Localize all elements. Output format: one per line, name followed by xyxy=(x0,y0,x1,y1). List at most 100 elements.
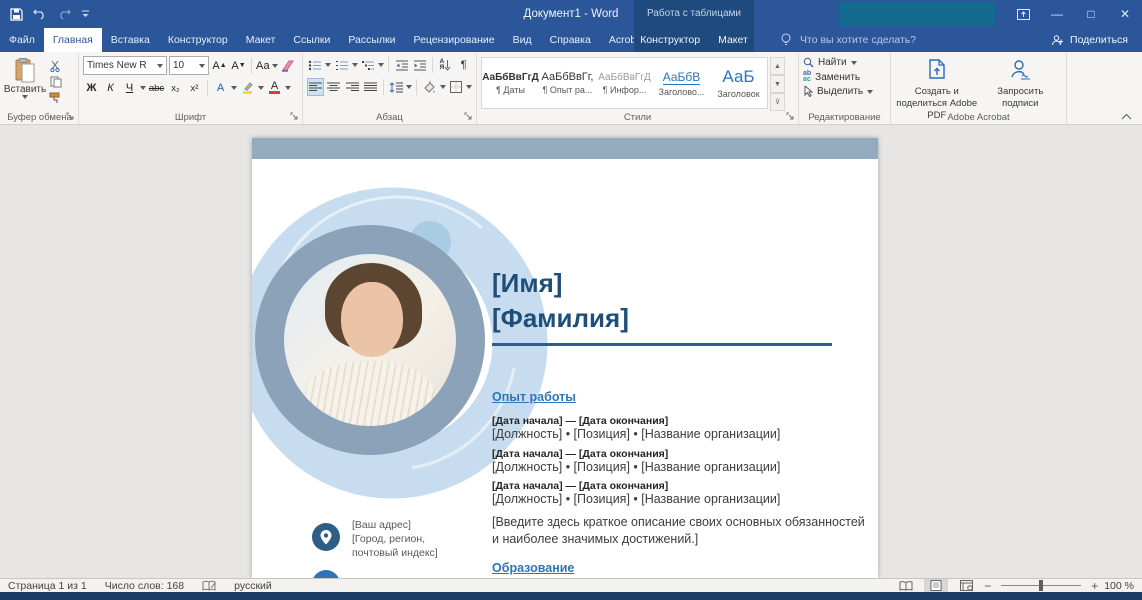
font-size-combo[interactable]: 10 xyxy=(169,56,209,75)
share-button[interactable]: Поделиться xyxy=(1051,28,1128,52)
tell-me-box[interactable]: Что вы хотите сделать? xyxy=(780,28,916,52)
experience-entry-role[interactable]: [Должность] • [Позиция] • [Название орга… xyxy=(492,427,780,441)
align-center-button[interactable] xyxy=(326,78,342,96)
font-name-combo[interactable]: Times New R xyxy=(83,56,167,75)
align-left-button[interactable] xyxy=(307,78,324,96)
superscript-button[interactable]: x² xyxy=(186,79,203,97)
multilevel-list-button[interactable] xyxy=(360,56,376,74)
tab-table-layout[interactable]: Макет xyxy=(709,28,757,52)
paste-button[interactable]: Вставить xyxy=(5,56,45,111)
experience-entry-dates[interactable]: [Дата начала] — [Дата окончания] xyxy=(492,415,668,427)
tab-file[interactable]: Файл xyxy=(0,28,44,52)
find-button[interactable]: Найти xyxy=(803,57,886,68)
minimize-button[interactable]: — xyxy=(1040,0,1074,28)
tab-design[interactable]: Конструктор xyxy=(159,28,237,52)
styles-more-button[interactable]: ⊽ xyxy=(770,93,785,111)
ribbon-display-options-button[interactable] xyxy=(1006,0,1040,28)
style-experience[interactable]: АаБбВвГг, ¶ Опыт ра... xyxy=(539,58,596,108)
document-canvas[interactable]: [Имя] [Фамилия] Опыт работы [Дата начала… xyxy=(0,125,1142,578)
group-label-styles: Стили xyxy=(477,112,798,123)
paragraph-dialog-launcher[interactable] xyxy=(464,112,474,122)
experience-entry-role[interactable]: [Должность] • [Позиция] • [Название орга… xyxy=(492,492,780,506)
grow-font-button[interactable]: А▲ xyxy=(211,57,228,75)
clipboard-dialog-launcher[interactable] xyxy=(66,112,76,122)
font-color-button[interactable]: А xyxy=(266,79,283,97)
collapse-ribbon-button[interactable] xyxy=(1121,113,1132,120)
maximize-button[interactable]: □ xyxy=(1074,0,1108,28)
change-case-button[interactable]: Аа xyxy=(256,57,278,75)
document-page[interactable]: [Имя] [Фамилия] Опыт работы [Дата начала… xyxy=(252,138,878,578)
create-pdf-button[interactable]: Создать и поделиться Adobe PDF xyxy=(895,56,979,111)
underline-button[interactable]: Ч xyxy=(121,79,138,97)
align-right-button[interactable] xyxy=(344,78,360,96)
first-name-placeholder[interactable]: [Имя] xyxy=(492,266,629,301)
experience-entry-role[interactable]: [Должность] • [Позиция] • [Название орга… xyxy=(492,460,780,474)
shading-button[interactable] xyxy=(421,78,437,96)
name-heading[interactable]: [Имя] [Фамилия] xyxy=(492,266,629,336)
replace-button[interactable]: abac Заменить xyxy=(803,71,886,83)
tab-mailings[interactable]: Рассылки xyxy=(339,28,404,52)
tab-table-design[interactable]: Конструктор xyxy=(631,28,709,52)
tab-insert[interactable]: Вставка xyxy=(102,28,159,52)
font-dialog-launcher[interactable] xyxy=(290,112,300,122)
print-layout-button[interactable] xyxy=(924,579,948,592)
style-info[interactable]: АаБбВвГгД ¶ Инфор... xyxy=(596,58,653,108)
numbering-button[interactable] xyxy=(333,56,349,74)
zoom-slider[interactable] xyxy=(1001,585,1081,586)
bold-button[interactable]: Ж xyxy=(83,79,100,97)
photo-shirt-shape xyxy=(305,361,436,426)
proofing-icon[interactable] xyxy=(202,580,216,592)
read-mode-button[interactable] xyxy=(894,579,918,592)
account-badge[interactable] xyxy=(840,2,995,26)
strikethrough-button[interactable]: abc xyxy=(148,79,165,97)
profile-photo[interactable] xyxy=(284,254,456,426)
tab-home[interactable]: Главная xyxy=(44,28,102,52)
decrease-indent-button[interactable] xyxy=(393,56,409,74)
shrink-font-button[interactable]: А▼ xyxy=(230,57,247,75)
italic-button[interactable]: К xyxy=(102,79,119,97)
increase-indent-button[interactable] xyxy=(412,56,428,74)
experience-heading[interactable]: Опыт работы xyxy=(492,390,576,404)
zoom-level[interactable]: 100 % xyxy=(1104,580,1134,592)
subscript-button[interactable]: x₂ xyxy=(167,79,184,97)
style-heading[interactable]: АаБ Заголовок xyxy=(710,58,767,108)
styles-dialog-launcher[interactable] xyxy=(786,112,796,122)
borders-button[interactable] xyxy=(448,78,464,96)
cut-button[interactable] xyxy=(49,60,62,72)
experience-entry-dates[interactable]: [Дата начала] — [Дата окончания] xyxy=(492,480,668,492)
styles-scroll-up-button[interactable]: ▲ xyxy=(770,57,785,75)
tab-references[interactable]: Ссылки xyxy=(284,28,339,52)
close-button[interactable]: ✕ xyxy=(1108,0,1142,28)
zoom-out-button[interactable]: − xyxy=(984,579,991,593)
tab-review[interactable]: Рецензирование xyxy=(405,28,504,52)
experience-summary[interactable]: [Введите здесь краткое описание своих ос… xyxy=(492,514,872,548)
experience-entry-dates[interactable]: [Дата начала] — [Дата окончания] xyxy=(492,448,668,460)
word-count[interactable]: Число слов: 168 xyxy=(105,580,184,592)
show-marks-button[interactable]: ¶ xyxy=(456,56,472,74)
copy-button[interactable] xyxy=(49,76,62,88)
justify-button[interactable] xyxy=(363,78,379,96)
last-name-placeholder[interactable]: [Фамилия] xyxy=(492,301,629,336)
tab-view[interactable]: Вид xyxy=(504,28,541,52)
zoom-in-button[interactable]: + xyxy=(1091,579,1098,593)
tab-help[interactable]: Справка xyxy=(541,28,600,52)
clear-formatting-button[interactable] xyxy=(280,57,297,75)
zoom-slider-thumb[interactable] xyxy=(1039,580,1043,591)
bullets-button[interactable] xyxy=(307,56,323,74)
select-button[interactable]: Выделить xyxy=(803,86,886,97)
format-painter-button[interactable] xyxy=(49,92,62,104)
education-heading[interactable]: Образование xyxy=(492,561,574,575)
address-block[interactable]: [Ваш адрес] [Город, регион, почтовый инд… xyxy=(352,518,438,560)
style-dates[interactable]: АаБбВвГгД ¶ Даты xyxy=(482,58,539,108)
language-indicator[interactable]: русский xyxy=(234,580,272,592)
sort-button[interactable]: АЯ xyxy=(437,56,453,74)
styles-scroll-down-button[interactable]: ▼ xyxy=(770,75,785,93)
text-effects-button[interactable]: А xyxy=(212,79,229,97)
request-signatures-button[interactable]: Запросить подписи xyxy=(979,56,1063,111)
style-heading2[interactable]: АаБбВ Заголово... xyxy=(653,58,710,108)
tab-layout[interactable]: Макет xyxy=(237,28,285,52)
line-spacing-button[interactable] xyxy=(388,78,404,96)
highlight-button[interactable] xyxy=(239,79,256,97)
web-layout-button[interactable] xyxy=(954,579,978,592)
page-indicator[interactable]: Страница 1 из 1 xyxy=(8,580,87,592)
